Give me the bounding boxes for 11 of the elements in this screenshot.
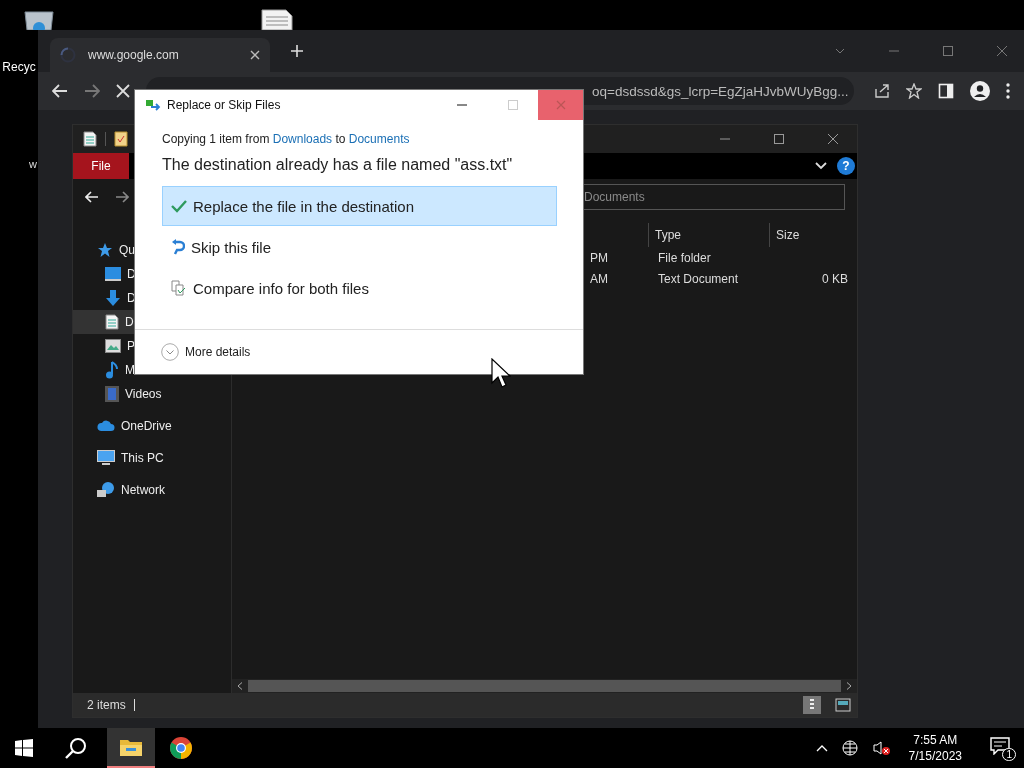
dialog-title: Replace or Skip Files	[167, 98, 281, 112]
table-cell-text: 0 KB	[821, 271, 848, 286]
table-cell-text: File folder	[657, 250, 712, 265]
copy-description: Copying 1 item from Downloads to Documents	[162, 132, 411, 146]
item-count: 2 items	[87, 698, 126, 712]
table-cell-text: Text Document	[657, 271, 740, 286]
tab-title: www.google.com	[88, 48, 180, 62]
conflict-message: The destination already has a file named "ass.txt"	[162, 156, 514, 174]
table-cell-text: PM	[589, 250, 609, 265]
notification-count-badge: 1	[1002, 748, 1016, 761]
table-cell-text: AM	[589, 271, 609, 286]
